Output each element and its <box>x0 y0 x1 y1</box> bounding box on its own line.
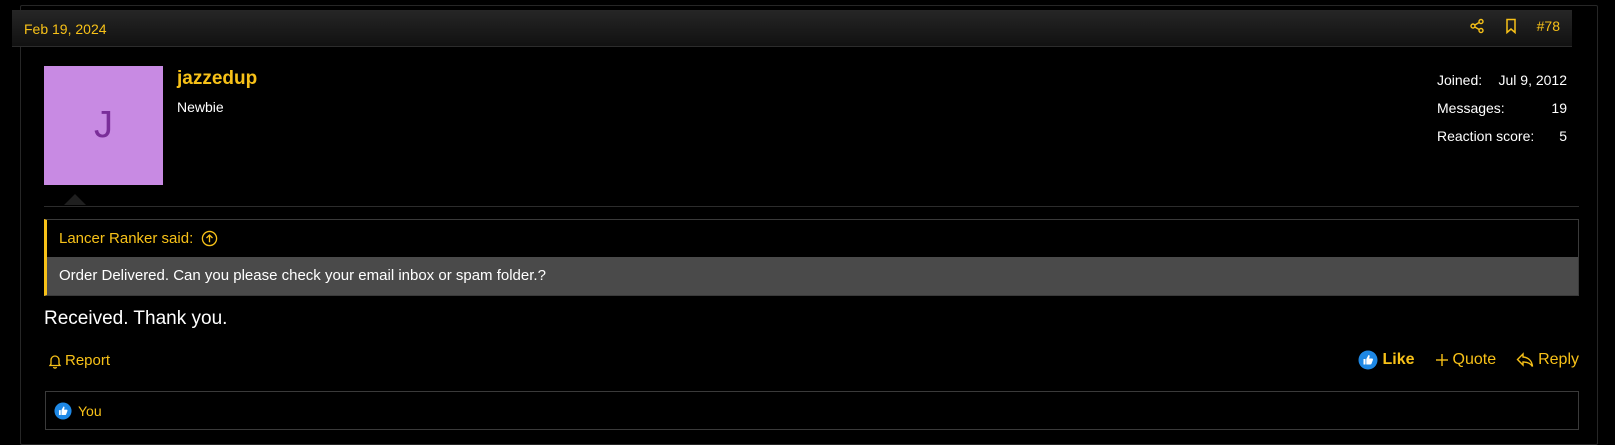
stat-label: Joined: <box>1437 72 1483 88</box>
avatar-letter: J <box>94 104 113 146</box>
stat-label: Messages: <box>1437 100 1505 116</box>
user-caret <box>64 194 86 205</box>
stat-reaction-score: Reaction score: 5 <box>1437 128 1567 156</box>
reply-label: Reply <box>1538 351 1579 368</box>
quote-button[interactable]: Quote <box>1435 351 1497 369</box>
stat-label: Reaction score: <box>1437 128 1535 144</box>
like-label: Like <box>1382 351 1415 368</box>
thumbs-up-icon <box>1358 350 1378 370</box>
post-actions: Like Quote Reply <box>1358 350 1579 370</box>
post-header-actions: #78 <box>1469 18 1560 34</box>
like-button[interactable]: Like <box>1358 350 1415 370</box>
reactions-label[interactable]: You <box>78 403 102 419</box>
report-label: Report <box>65 352 111 369</box>
quote-header[interactable]: Lancer Ranker said: <box>59 220 218 257</box>
bell-icon <box>47 353 63 369</box>
quote-label: Quote <box>1452 351 1497 368</box>
user-divider <box>44 206 1579 207</box>
plus-icon <box>1435 353 1449 367</box>
user-title: Newbie <box>177 99 224 115</box>
quote-text: Order Delivered. Can you please check yo… <box>47 257 1578 295</box>
quote-author[interactable]: Lancer Ranker said: <box>59 230 193 247</box>
post-date[interactable]: Feb 19, 2024 <box>24 21 107 37</box>
post-header: Feb 19, 2024 #78 <box>12 10 1572 47</box>
stat-messages: Messages: 19 <box>1437 100 1567 128</box>
report-button[interactable]: Report <box>47 352 110 369</box>
reply-icon <box>1516 352 1534 368</box>
user-stats: Joined: Jul 9, 2012 Messages: 19 Reactio… <box>1437 72 1567 156</box>
reactions-bar[interactable]: You <box>45 391 1579 430</box>
jump-to-quote-icon[interactable] <box>201 230 218 247</box>
post-number-link[interactable]: #78 <box>1537 18 1560 34</box>
thumbs-up-icon <box>54 401 72 420</box>
message-body: Received. Thank you. <box>44 308 228 329</box>
stat-value: Jul 9, 2012 <box>1498 72 1568 88</box>
bookmark-icon[interactable] <box>1503 18 1519 34</box>
avatar[interactable]: J <box>44 66 163 185</box>
stat-value: 19 <box>1551 100 1567 116</box>
stat-joined: Joined: Jul 9, 2012 <box>1437 72 1567 100</box>
stat-value[interactable]: 5 <box>1559 128 1567 144</box>
username[interactable]: jazzedup <box>177 68 257 90</box>
quote-block: Lancer Ranker said: Order Delivered. Can… <box>44 219 1579 296</box>
reply-button[interactable]: Reply <box>1516 351 1579 369</box>
share-icon[interactable] <box>1469 18 1485 34</box>
